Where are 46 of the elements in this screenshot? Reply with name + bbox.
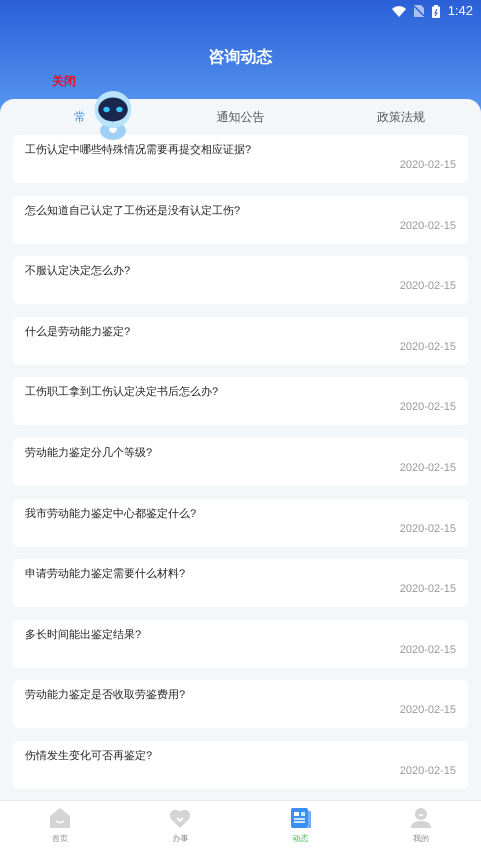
article-title: 我市劳动能力鉴定中心都鉴定什么? [25,506,198,521]
article-card[interactable]: 不服认定决定怎么办? 2020-02-15 [13,256,468,304]
article-title: 劳动能力鉴定分几个等级? [25,446,154,460]
page-title: 咨询动态 [208,47,272,68]
article-title: 不服认定决定怎么办? [25,264,132,278]
article-date: 2020-02-15 [400,764,456,778]
article-title: 工伤认定中哪些特殊情况需要再提交相应证据? [25,143,252,157]
status-time: 1:42 [448,2,473,20]
article-card[interactable]: 多长时间能出鉴定结果? 2020-02-15 [13,620,468,668]
article-date: 2020-02-15 [400,218,456,233]
article-title: 多长时间能出鉴定结果? [25,628,142,642]
battery-icon [432,4,440,18]
article-date: 2020-02-15 [400,642,456,657]
article-date: 2020-02-15 [400,703,456,718]
article-date: 2020-02-15 [400,279,456,294]
article-card[interactable]: 工伤认定中哪些特殊情况需要再提交相应证据? 2020-02-15 [13,135,468,183]
nav-tab[interactable]: 办事 [120,801,240,856]
article-date: 2020-02-15 [400,582,456,596]
nav-tab[interactable]: 首页 [0,801,120,856]
article-title: 申请劳动能力鉴定需要什么材料? [25,567,186,582]
article-title: 劳动能力鉴定是否收取劳鉴费用? [25,688,186,702]
article-title: 伤情发生变化可否再鉴定? [25,748,154,763]
article-date: 2020-02-15 [400,400,456,414]
article-card[interactable]: 什么是劳动能力鉴定? 2020-02-15 [13,316,468,365]
article-date: 2020-02-15 [400,158,456,172]
no-sim-icon [414,5,424,17]
article-card[interactable]: 工伤职工拿到工伤认定决定书后怎么办? 2020-02-15 [13,377,468,426]
newspaper-icon [288,806,313,830]
article-card[interactable]: 怎么知道自己认定了工伤还是没有认定工伤? 2020-02-15 [13,196,468,244]
article-card[interactable]: 我市劳动能力鉴定中心都鉴定什么? 2020-02-15 [13,498,468,547]
article-card[interactable]: 劳动能力鉴定是否收取劳鉴费用? 2020-02-15 [13,680,468,728]
article-title: 怎么知道自己认定了工伤还是没有认定工伤? [25,204,242,218]
nav-tab[interactable]: 我的 [360,801,481,856]
article-date: 2020-02-15 [400,460,456,475]
person-icon [408,806,433,830]
wifi-icon [392,6,406,16]
article-title: 什么是劳动能力鉴定? [25,324,132,339]
article-title: 工伤职工拿到工伤认定决定书后怎么办? [25,385,220,400]
article-date: 2020-02-15 [400,522,456,536]
article-card[interactable]: 伤情发生变化可否再鉴定? 2020-02-15 [13,740,468,789]
article-date: 2020-02-15 [400,340,456,354]
tab[interactable]: 通知公告 [160,99,321,135]
article-card[interactable]: 申请劳动能力鉴定需要什么材料? 2020-02-15 [13,559,468,608]
tab[interactable]: 政策法规 [320,99,481,135]
article-card[interactable]: 劳动能力鉴定分几个等级? 2020-02-15 [13,438,468,486]
home-icon [48,806,72,830]
